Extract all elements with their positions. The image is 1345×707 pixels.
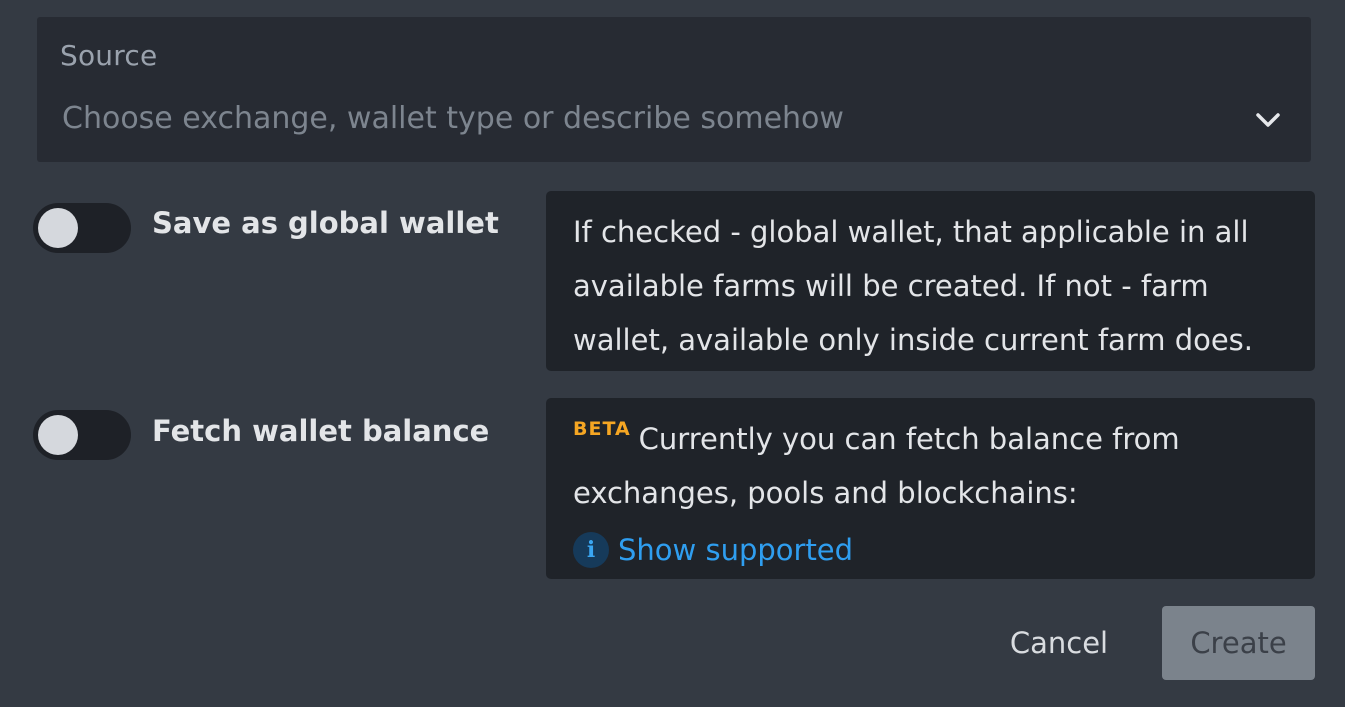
cancel-button[interactable]: Cancel	[998, 607, 1120, 679]
global-wallet-info-text: If checked - global wallet, that applica…	[573, 215, 1254, 357]
global-wallet-info: If checked - global wallet, that applica…	[546, 191, 1315, 371]
fetch-balance-info-text: Currently you can fetch balance from exc…	[573, 422, 1180, 510]
fetch-balance-info: BETA Currently you can fetch balance from…	[546, 398, 1315, 579]
show-supported-link[interactable]: i Show supported	[573, 523, 853, 577]
create-wallet-form: Source Choose exchange, wallet type or d…	[0, 0, 1345, 707]
fetch-balance-toggle[interactable]	[33, 410, 131, 460]
info-icon: i	[573, 532, 609, 568]
source-select[interactable]: Source Choose exchange, wallet type or d…	[37, 17, 1311, 162]
show-supported-label: Show supported	[618, 533, 854, 567]
global-wallet-toggle[interactable]	[33, 203, 131, 253]
beta-badge: BETA	[573, 418, 631, 440]
global-wallet-label: Save as global wallet	[152, 206, 499, 240]
chevron-down-icon[interactable]	[1253, 105, 1283, 135]
source-placeholder: Choose exchange, wallet type or describe…	[62, 101, 844, 136]
toggle-knob	[38, 415, 78, 455]
fetch-balance-label: Fetch wallet balance	[152, 414, 490, 448]
toggle-knob	[38, 208, 78, 248]
source-label: Source	[60, 39, 158, 72]
create-button[interactable]: Create	[1162, 606, 1315, 680]
